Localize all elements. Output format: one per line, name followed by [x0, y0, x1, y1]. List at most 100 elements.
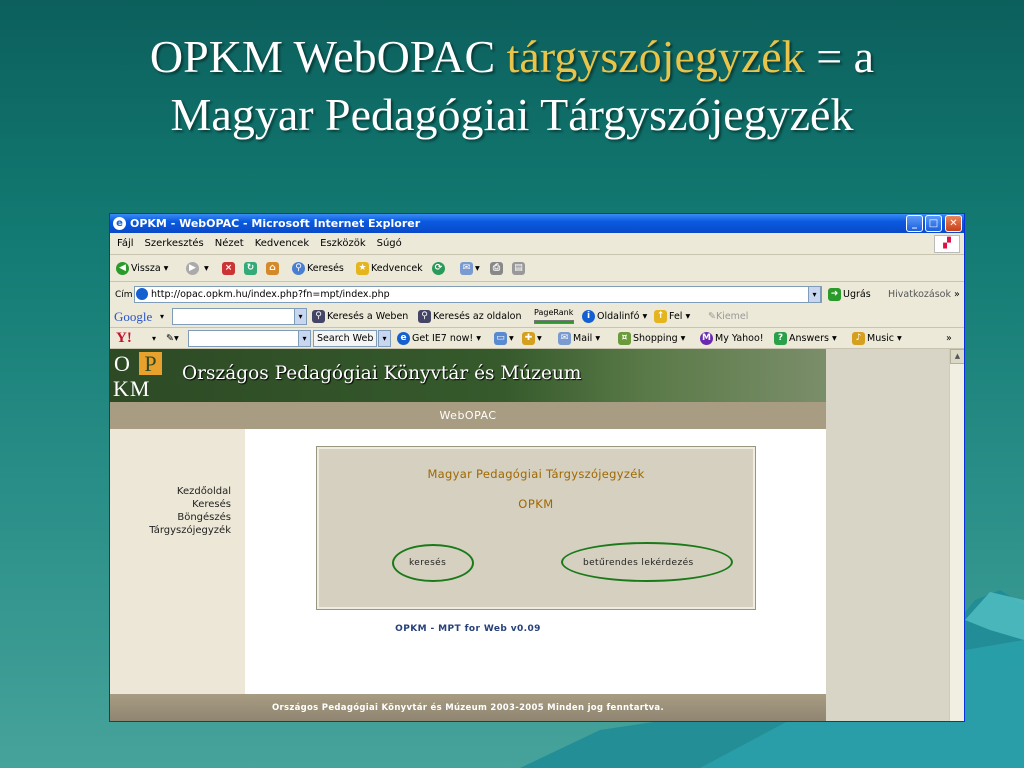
answers-button[interactable]: ? Answers ▾	[774, 328, 837, 349]
pencil-icon[interactable]: ✎▾	[166, 328, 179, 349]
toolbar-more-icon[interactable]: »	[946, 328, 952, 349]
music-button[interactable]: ♪ Music ▾	[852, 328, 902, 349]
history-button[interactable]: ⟳	[432, 256, 447, 282]
shopping-button[interactable]: ¤ Shopping ▾	[618, 328, 685, 349]
mail-button[interactable]: ✉ ▾	[460, 256, 480, 282]
yahoo-search-input[interactable]	[188, 330, 310, 347]
nav-thesaurus-link[interactable]: Tárgyszójegyzék	[110, 524, 245, 537]
answers-label: Answers	[789, 333, 829, 344]
edit-button[interactable]: ▤	[512, 256, 527, 282]
maximize-button[interactable]: □	[925, 215, 942, 232]
nav-home-link[interactable]: Kezdőoldal	[110, 485, 245, 498]
get-ie7-button[interactable]: e Get IE7 now! ▾	[397, 328, 481, 349]
shopping-label: Shopping	[633, 333, 678, 344]
google-search-dropdown[interactable]: ▾	[294, 308, 307, 325]
links-more-icon[interactable]: »	[954, 283, 960, 307]
window-title: OPKM - WebOPAC - Microsoft Internet Expl…	[130, 217, 421, 230]
close-button[interactable]: ✕	[945, 215, 962, 232]
standard-toolbar: ◀ Vissza ▾ ▶ ▾ × ↻ ⌂ ⚲ Keresés ★ Kedvencek …	[110, 256, 964, 282]
yahoo-menu-icon[interactable]: ▾	[152, 328, 156, 349]
logo-o: O	[114, 351, 130, 376]
menu-tools[interactable]: Eszközök	[320, 238, 366, 249]
antispy-button[interactable]: ✚ ▾	[522, 328, 542, 349]
pageinfo-button[interactable]: i Oldalinfó ▾	[582, 306, 647, 328]
pageinfo-label: Oldalinfó	[597, 311, 640, 322]
get-ie7-label: Get IE7 now!	[412, 333, 474, 344]
mail-icon: ✉	[460, 262, 473, 275]
back-button[interactable]: ◀ Vissza ▾	[116, 256, 168, 282]
menu-view[interactable]: Nézet	[215, 238, 244, 249]
address-dropdown[interactable]: ▾	[808, 286, 821, 303]
home-button[interactable]: ⌂	[266, 256, 281, 282]
google-search-web-label: Keresés a Weben	[327, 311, 409, 322]
site-search-icon: ⚲	[418, 310, 431, 323]
myyahoo-icon: M	[700, 332, 713, 345]
google-logo[interactable]: Google	[114, 306, 152, 328]
opkm-logo[interactable]: O P KM	[110, 349, 166, 402]
site-title: Országos Pedagógiai Könyvtár és Múzeum	[182, 363, 582, 384]
thesaurus-panel: Magyar Pedagógiai Tárgyszójegyzék OPKM k…	[316, 446, 756, 610]
nav-search-link[interactable]: Keresés	[110, 498, 245, 511]
google-menu-icon[interactable]: ▾	[160, 306, 164, 328]
minimize-button[interactable]: _	[906, 215, 923, 232]
yahoo-mail-button[interactable]: ✉ Mail ▾	[558, 328, 600, 349]
up-label: Fel	[669, 311, 683, 322]
up-button[interactable]: ↑ Fel ▾	[654, 306, 690, 328]
scroll-up-arrow-icon[interactable]: ▲	[950, 349, 964, 364]
myyahoo-label: My Yahoo!	[715, 333, 764, 344]
ie-logo-icon: e	[113, 217, 126, 230]
google-search-web-button[interactable]: ⚲ Keresés a Weben	[312, 306, 408, 328]
yahoo-search-web-button[interactable]: Search Web	[313, 330, 378, 347]
pagerank-bar	[534, 320, 574, 324]
star-icon: ★	[356, 262, 369, 275]
music-label: Music	[867, 333, 895, 344]
forward-button[interactable]: ▶ ▾	[186, 256, 209, 282]
search-button[interactable]: ⚲ Keresés	[292, 256, 344, 282]
go-button[interactable]: ➜ Ugrás	[828, 283, 871, 307]
windows-logo-icon: ▞	[934, 235, 960, 253]
favorites-button[interactable]: ★ Kedvencek	[356, 256, 423, 282]
address-input[interactable]: http://opac.opkm.hu/index.php?fn=mpt/ind…	[134, 286, 822, 303]
history-icon: ⟳	[432, 262, 445, 275]
answers-icon: ?	[774, 332, 787, 345]
page-content: O P KM Országos Pedagógiai Könyvtár és M…	[110, 349, 826, 721]
search-label: Keresés	[307, 263, 344, 274]
back-arrow-icon: ◀	[116, 262, 129, 275]
address-url: http://opac.opkm.hu/index.php?fn=mpt/ind…	[151, 289, 390, 300]
page-footer: Országos Pedagógiai Könyvtár és Múzeum 2…	[110, 694, 826, 721]
panel-title: Magyar Pedagógiai Tárgyszójegyzék	[427, 467, 645, 481]
go-arrow-icon: ➜	[828, 288, 841, 301]
yahoo-logo[interactable]: Y!	[116, 328, 132, 349]
music-icon: ♪	[852, 332, 865, 345]
ie-icon: e	[397, 332, 410, 345]
alphabetical-query-link[interactable]: betűrendes lekérdezés	[583, 558, 694, 568]
back-label: Vissza	[131, 263, 161, 274]
window-dropdown-button[interactable]: ▭ ▾	[494, 328, 514, 349]
menu-file[interactable]: Fájl	[117, 238, 134, 249]
refresh-button[interactable]: ↻	[244, 256, 259, 282]
up-folder-icon: ↑	[654, 310, 667, 323]
stop-button[interactable]: ×	[222, 256, 237, 282]
menu-favorites[interactable]: Kedvencek	[255, 238, 309, 249]
google-search-input[interactable]	[172, 308, 296, 325]
highlight-button[interactable]: ✎Kiemel	[708, 306, 748, 328]
info-icon: i	[582, 310, 595, 323]
myyahoo-button[interactable]: M My Yahoo!	[700, 328, 764, 349]
menu-edit[interactable]: Szerkesztés	[145, 238, 204, 249]
search-link[interactable]: keresés	[409, 558, 446, 568]
stop-icon: ×	[222, 262, 235, 275]
print-button[interactable]: ⎙	[490, 256, 505, 282]
menu-bar: Fájl Szerkesztés Nézet Kedvencek Eszközök Súg…	[110, 233, 964, 255]
envelope-icon: ✉	[558, 332, 571, 345]
slide-title: OPKM WebOPAC tárgyszójegyzék = a Magyar …	[0, 28, 1024, 144]
window-titlebar[interactable]: e OPKM - WebOPAC - Microsoft Internet Ex…	[110, 214, 964, 233]
vertical-scrollbar[interactable]: ▲	[949, 349, 964, 721]
panel-subtitle: OPKM	[518, 497, 554, 511]
links-label[interactable]: Hivatkozások	[888, 283, 951, 307]
menu-help[interactable]: Súgó	[377, 238, 402, 249]
google-search-site-button[interactable]: ⚲ Keresés az oldalon	[418, 306, 522, 328]
pagerank-label: PageRank	[534, 308, 574, 317]
nav-browse-link[interactable]: Böngészés	[110, 511, 245, 524]
search-web-dropdown[interactable]: ▾	[378, 330, 391, 347]
yahoo-search-dropdown[interactable]: ▾	[298, 330, 311, 347]
